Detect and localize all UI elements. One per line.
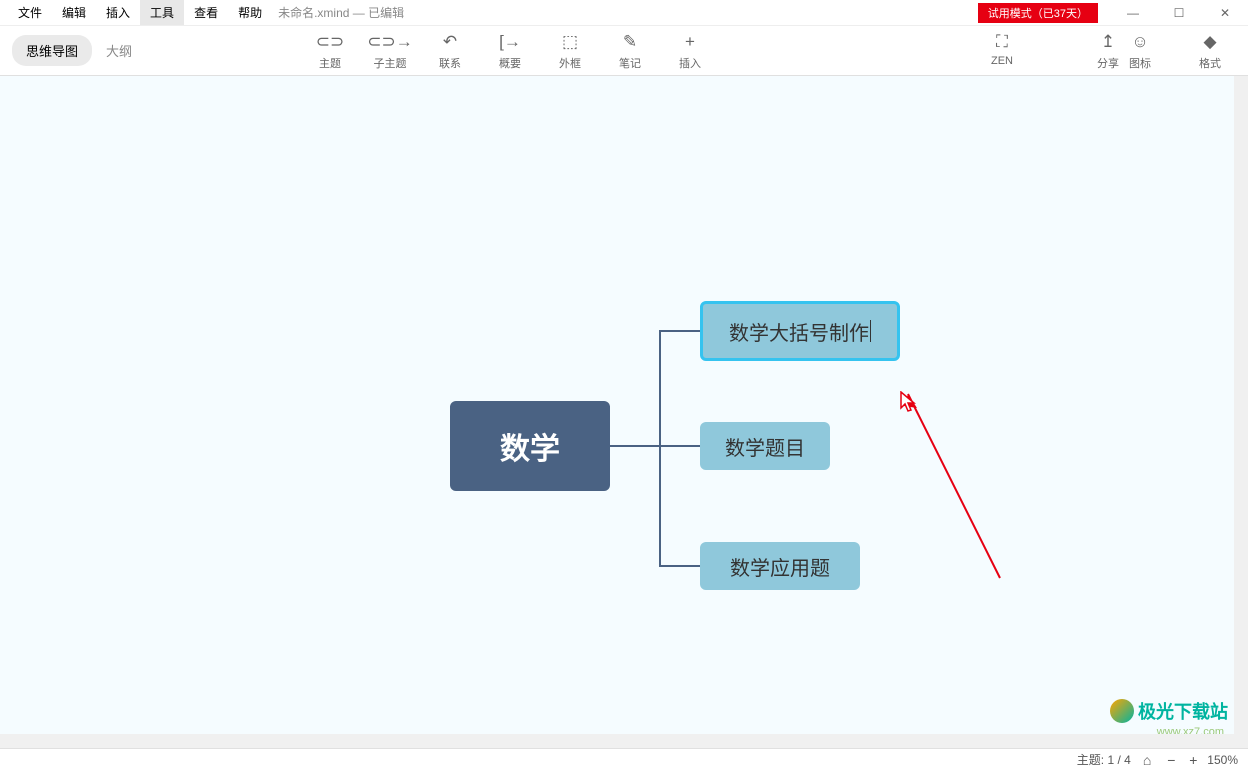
topic-icon: ⊂⊃ — [316, 31, 345, 53]
notes-icon: ✎ — [623, 31, 637, 53]
tool-subtopic-label: 子主题 — [374, 55, 407, 71]
zoom-controls: − + 150% — [1163, 752, 1238, 768]
trial-badge[interactable]: 试用模式（已37天） — [978, 3, 1098, 23]
zoom-out-button[interactable]: − — [1163, 752, 1179, 768]
relationship-icon: ↶ — [443, 31, 457, 53]
tool-summary-label: 概要 — [499, 55, 521, 71]
tool-notes[interactable]: ✎ 笔记 — [600, 31, 660, 71]
window-controls: — ☐ ✕ — [1110, 0, 1248, 26]
document-title: 未命名.xmind — 已编辑 — [278, 4, 404, 21]
insert-icon: + — [685, 31, 695, 53]
view-outline[interactable]: 大纲 — [92, 35, 146, 66]
tool-zen-label: ZEN — [991, 55, 1013, 67]
menu-help[interactable]: 帮助 — [228, 0, 272, 25]
watermark: 极光下载站 — [1110, 698, 1228, 724]
menu-file[interactable]: 文件 — [8, 0, 52, 25]
child-node-3[interactable]: 数学应用题 — [700, 542, 860, 590]
tool-relationship[interactable]: ↶ 联系 — [420, 31, 480, 71]
tool-notes-label: 笔记 — [619, 55, 641, 71]
format-icon: ◆ — [1203, 31, 1216, 53]
menu-tools[interactable]: 工具 — [140, 0, 184, 25]
view-switch: 思维导图 大纲 — [12, 35, 146, 66]
tool-subtopic[interactable]: ⊂⊃→ 子主题 — [360, 31, 420, 71]
tool-topic-label: 主题 — [319, 55, 341, 71]
tool-iconset-label: 图标 — [1129, 55, 1151, 71]
watermark-url: www.xz7.com — [1157, 726, 1224, 738]
tool-group-far-right: ☺ 图标 ◆ 格式 — [1110, 31, 1240, 71]
child-node-1[interactable]: 数学大括号制作 — [700, 301, 900, 361]
maximize-button[interactable]: ☐ — [1156, 0, 1202, 26]
status-bar: 主题: 1 / 4 ⌂ − + 150% — [0, 748, 1248, 770]
tool-group-main: ⊂⊃ 主题 ⊂⊃→ 子主题 ↶ 联系 [→ 概要 ⬚ 外框 ✎ 笔记 + 插入 — [300, 31, 720, 71]
tool-format-label: 格式 — [1199, 55, 1221, 71]
map-overview-icon[interactable]: ⌂ — [1143, 752, 1151, 768]
tool-summary[interactable]: [→ 概要 — [480, 31, 540, 71]
tool-boundary-label: 外框 — [559, 55, 581, 71]
text-cursor — [870, 320, 871, 342]
child-node-2[interactable]: 数学题目 — [700, 422, 830, 470]
menu-bar: 文件 编辑 插入 工具 查看 帮助 未命名.xmind — 已编辑 试用模式（已… — [0, 0, 1248, 26]
canvas[interactable]: 数学 数学大括号制作 数学题目 数学应用题 极光下载站 www.xz7.com — [0, 76, 1248, 748]
tool-relationship-label: 联系 — [439, 55, 461, 71]
close-button[interactable]: ✕ — [1202, 0, 1248, 26]
connectors — [0, 76, 1234, 748]
zoom-in-button[interactable]: + — [1185, 752, 1201, 768]
tool-zen[interactable]: ⛶ ZEN — [972, 31, 1032, 71]
watermark-icon — [1110, 699, 1134, 723]
view-mindmap[interactable]: 思维导图 — [12, 35, 92, 66]
menu-view[interactable]: 查看 — [184, 0, 228, 25]
zoom-level[interactable]: 150% — [1207, 753, 1238, 767]
topic-count: 主题: 1 / 4 — [1077, 751, 1131, 768]
menu-edit[interactable]: 编辑 — [52, 0, 96, 25]
zen-icon: ⛶ — [996, 31, 1008, 53]
mouse-cursor-icon — [900, 391, 918, 413]
tool-boundary[interactable]: ⬚ 外框 — [540, 31, 600, 71]
subtopic-icon: ⊂⊃→ — [367, 31, 413, 53]
menu-items: 文件 编辑 插入 工具 查看 帮助 未命名.xmind — 已编辑 — [0, 0, 404, 25]
root-node[interactable]: 数学 — [450, 401, 610, 491]
summary-icon: [→ — [499, 31, 521, 53]
minimize-button[interactable]: — — [1110, 0, 1156, 26]
toolbar: 思维导图 大纲 ⊂⊃ 主题 ⊂⊃→ 子主题 ↶ 联系 [→ 概要 ⬚ 外框 ✎ 笔记 + 插入… — [0, 26, 1248, 76]
watermark-text: 极光下载站 — [1138, 698, 1228, 724]
tool-insert[interactable]: + 插入 — [660, 31, 720, 71]
menu-insert[interactable]: 插入 — [96, 0, 140, 25]
child-node-1-text: 数学大括号制作 — [729, 317, 869, 346]
smiley-icon: ☺ — [1131, 31, 1148, 53]
tool-topic[interactable]: ⊂⊃ 主题 — [300, 31, 360, 71]
boundary-icon: ⬚ — [562, 31, 578, 53]
tool-iconset[interactable]: ☺ 图标 — [1110, 31, 1170, 71]
tool-insert-label: 插入 — [679, 55, 701, 71]
tool-format[interactable]: ◆ 格式 — [1180, 31, 1240, 71]
